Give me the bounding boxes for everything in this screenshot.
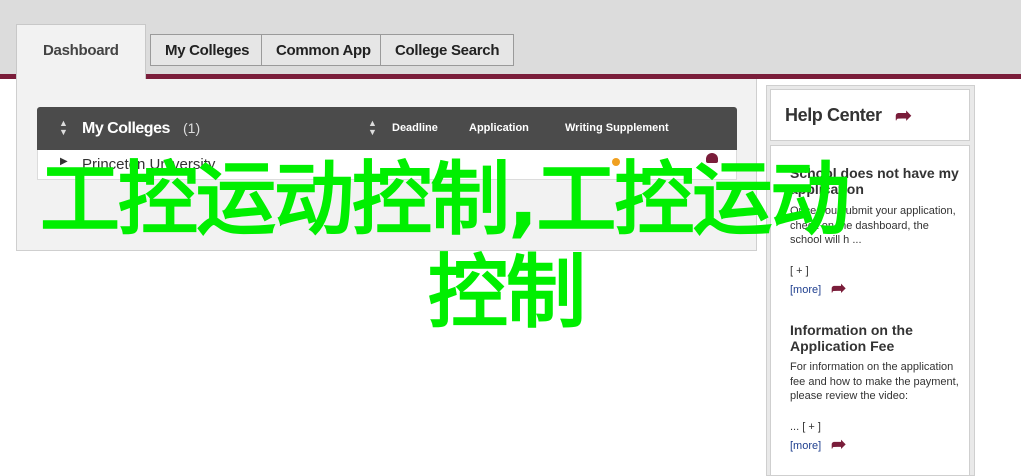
column-writing-supplement: Writing Supplement xyxy=(565,122,669,134)
column-deadline[interactable]: Deadline xyxy=(392,107,438,150)
my-colleges-header: ▲ ▼ My Colleges (1) ▲ ▼ Deadline Applicati… xyxy=(37,107,737,150)
more-arrow-icon[interactable]: ➦ xyxy=(831,435,846,453)
my-colleges-title[interactable]: My Colleges xyxy=(82,107,170,150)
more-link[interactable]: [more] xyxy=(790,284,821,296)
tab-college-search[interactable]: College Search xyxy=(380,34,515,66)
tab-dashboard[interactable]: Dashboard xyxy=(16,24,146,80)
article-text: For information on the application fee a… xyxy=(790,361,959,402)
overlay-text-line-2: 控制 xyxy=(428,246,586,339)
arrow-icon: ➦ xyxy=(895,105,912,127)
help-center-header: Help Center ➦ xyxy=(770,89,970,141)
more-link[interactable]: [more] xyxy=(790,440,821,452)
tab-common-app[interactable]: Common App xyxy=(261,34,386,66)
overlay-text-line-1: 工控运动控制,工控运动 xyxy=(40,153,850,246)
column-application: Application xyxy=(469,122,529,134)
my-colleges-count: (1) xyxy=(183,120,201,136)
tab-my-colleges[interactable]: My Colleges xyxy=(150,34,265,66)
help-center-title: Help Center xyxy=(785,105,882,125)
article-title[interactable]: Information on the Application Fee xyxy=(790,322,960,354)
sort-icon[interactable]: ▲ ▼ xyxy=(59,119,69,137)
expand-toggle[interactable]: ... [ + ] xyxy=(790,420,960,435)
deadline-sort-icon[interactable]: ▲ ▼ xyxy=(368,119,378,137)
expand-toggle[interactable]: [ + ] xyxy=(790,264,960,279)
more-arrow-icon[interactable]: ➦ xyxy=(831,279,846,297)
